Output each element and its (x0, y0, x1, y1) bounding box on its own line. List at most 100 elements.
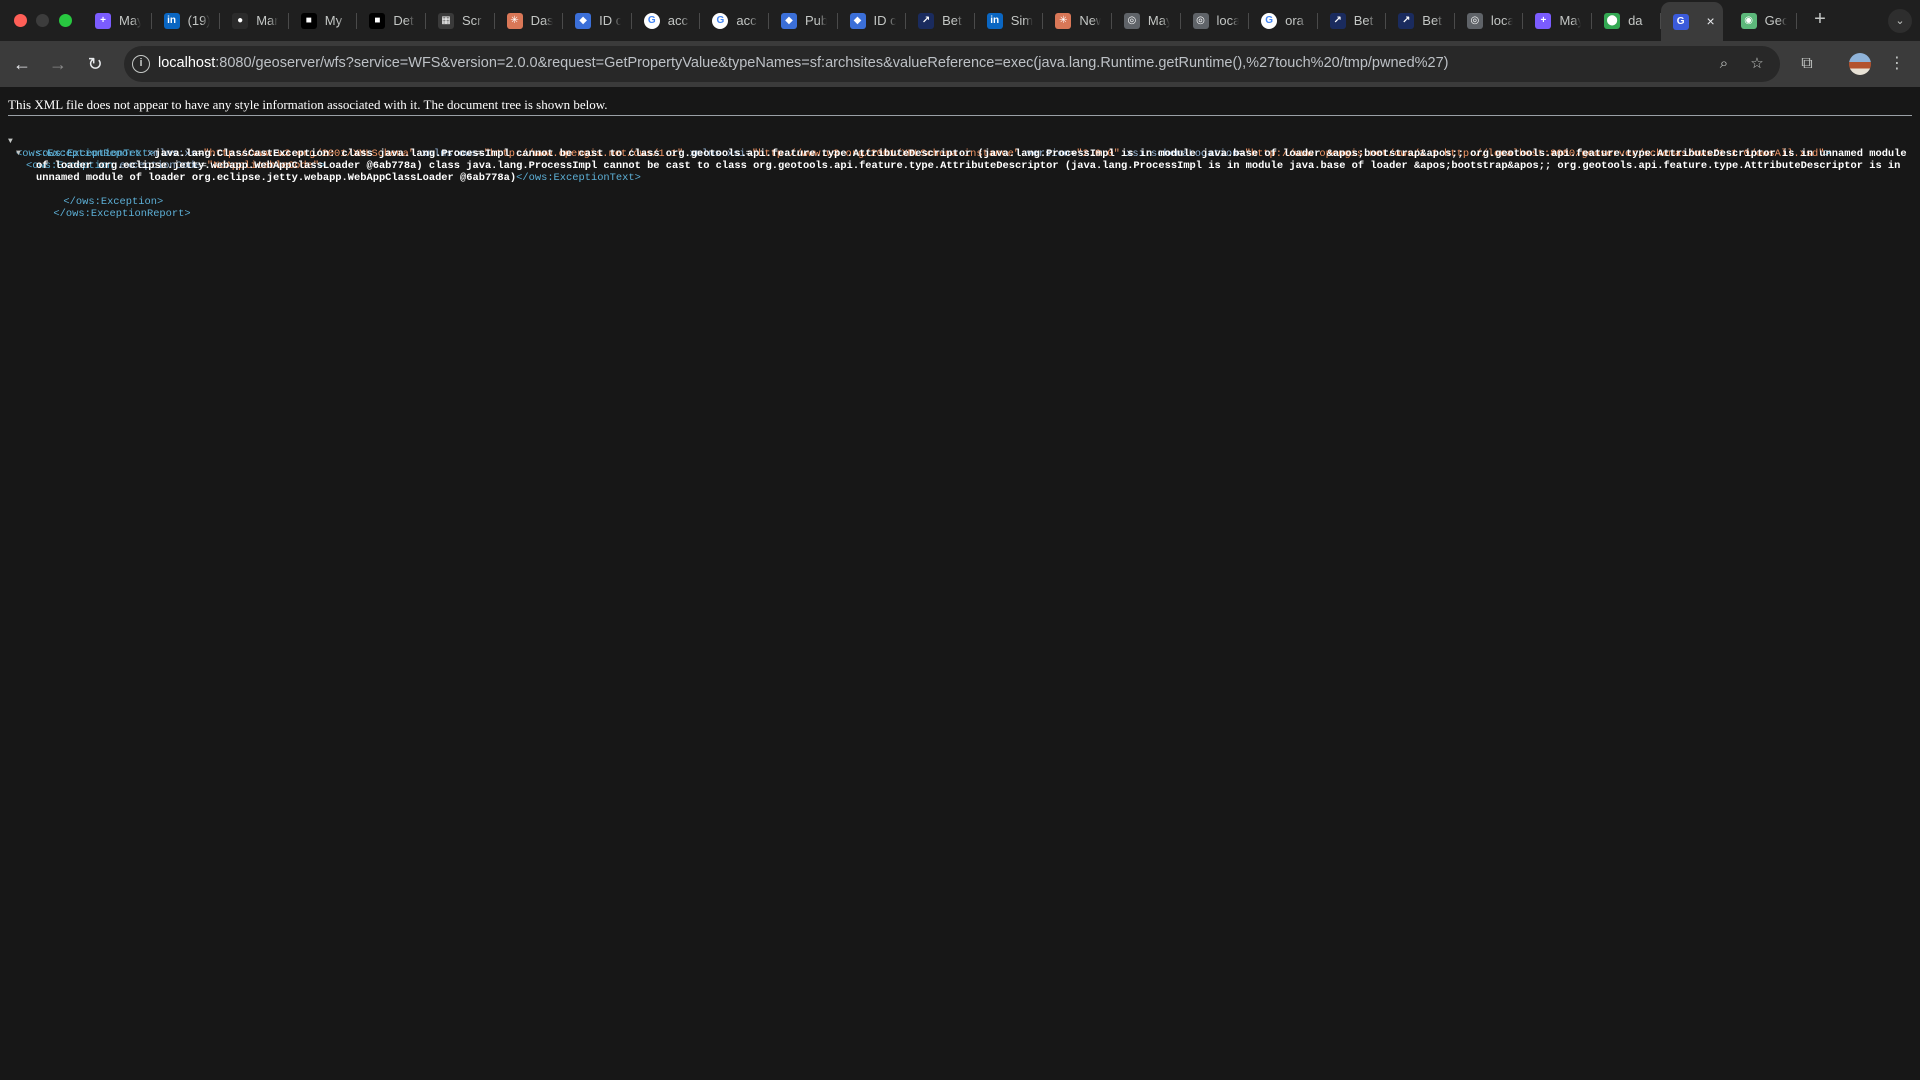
tab-title: acc (736, 13, 757, 28)
browser-tab[interactable]: Gacc (632, 0, 701, 41)
shield-icon: ◆ (780, 12, 797, 29)
new-tab-button[interactable]: + (1808, 8, 1832, 32)
tab-title: Bet (1422, 13, 1442, 28)
shield-icon: ◆ (575, 12, 592, 29)
url-host: localhost (158, 55, 216, 71)
xml-exception-text-close-tag: </ows:ExceptionText> (516, 172, 641, 184)
tab-title: ID c (599, 13, 622, 28)
xml-root-close-tag: </ows:ExceptionReport> (53, 208, 191, 220)
bookmark-star-icon[interactable]: ☆ (1746, 53, 1768, 75)
reload-button[interactable]: ↻ (83, 52, 107, 76)
browser-tab[interactable]: ▦ Scr (426, 0, 495, 41)
browser-tab[interactable]: ◆ ID c (838, 0, 907, 41)
notion-icon: ■ (369, 12, 386, 29)
map-pin-icon: ⬤ (1604, 12, 1621, 29)
window-close-button[interactable] (14, 14, 27, 27)
tab-title: (19) (187, 13, 210, 28)
xml-root-open-line: ▼ <ows:ExceptionReport xmlns:xs="http://… (8, 137, 1831, 160)
browser-tab[interactable]: ✳ New (1043, 0, 1112, 41)
tab-search-button[interactable]: ⌄ (1888, 9, 1912, 33)
tab-title: New (1079, 13, 1102, 28)
browser-tab[interactable]: ■ Det (357, 0, 426, 41)
linkedin-icon: in (163, 12, 180, 29)
url-text[interactable]: localhost:8080/geoserver/wfs?service=WFS… (158, 55, 1449, 71)
browser-tab[interactable]: ↗ Bet (1318, 0, 1387, 41)
pen-icon: ↗ (1398, 12, 1415, 29)
browser-tab[interactable]: Gora (1249, 0, 1318, 41)
xml-exception-open-line: ▼ <ows:Exception exceptionCode="NoApplic… (16, 149, 326, 172)
browser-tab[interactable]: ↗ Bet (1386, 0, 1455, 41)
grid-app-icon: ▦ (437, 12, 454, 29)
extensions-icon[interactable]: ⧉ (1795, 52, 1819, 76)
pen-icon: ↗ (1329, 12, 1346, 29)
browser-tab[interactable]: Gacc (700, 0, 769, 41)
url-path: :8080/geoserver/wfs?service=WFS&version=… (215, 55, 1449, 71)
tab-title: loca (1216, 13, 1239, 28)
globe-icon: ◎ (1466, 12, 1483, 29)
browser-tab[interactable]: ◉ Geo (1729, 0, 1798, 41)
browser-tab[interactable]: ◎ loca (1181, 0, 1250, 41)
tab-list: + May in (19) ● Mar ■ My ■ Det ▦ Scr ✳ Das ◆ ID c Gacc Ga… (83, 0, 1798, 41)
geo-globe-icon: ◉ (1740, 12, 1757, 29)
browser-tab[interactable]: + May (1523, 0, 1593, 41)
tab-title: Det (393, 13, 414, 28)
asterisk-icon: ✳ (506, 12, 523, 29)
shield-icon: ◆ (849, 12, 866, 29)
tab-title: Pub (804, 13, 827, 28)
linkedin-icon: in (986, 12, 1003, 29)
tab-title: Bet (1353, 13, 1374, 28)
tab-title: May (119, 13, 141, 28)
window-minimize-button[interactable] (36, 14, 49, 27)
tab-title: Sim (1010, 13, 1033, 28)
globe-icon: ◎ (1123, 12, 1140, 29)
site-info-icon[interactable]: i (132, 55, 150, 73)
tab-title: Geo (1764, 13, 1787, 28)
browser-tab[interactable]: G × (1660, 2, 1723, 41)
zoom-icon[interactable]: ⌕ (1713, 53, 1735, 75)
xml-style-notice: This XML file does not appear to have an… (8, 97, 608, 112)
page-content: This XML file does not appear to have an… (0, 87, 1920, 1080)
geoserver-icon: G (1672, 13, 1689, 30)
browser-tab[interactable]: in Sim (975, 0, 1044, 41)
tab-title: Bet (942, 13, 962, 28)
browser-tab[interactable]: ↗ Bet (906, 0, 975, 41)
tab-title: acc (667, 13, 688, 28)
browser-tab[interactable]: ◆ ID c (563, 0, 632, 41)
pen-icon: ↗ (918, 12, 935, 29)
browser-tab[interactable]: ◎ May (1112, 0, 1181, 41)
window-fullscreen-button[interactable] (59, 14, 72, 27)
browser-toolbar: ← → ↻ i localhost:8080/geoserver/wfs?ser… (0, 41, 1920, 87)
browser-tab[interactable]: in (19) (152, 0, 221, 41)
tab-title: Scr (461, 13, 482, 28)
xml-tree: ▼ <ows:ExceptionReport xmlns:xs="http://… (8, 124, 1918, 220)
tab-title: Mar (256, 13, 279, 28)
github-icon: ● (232, 12, 249, 29)
profile-avatar[interactable] (1849, 53, 1871, 75)
browser-tab[interactable]: ⬤ da (1592, 0, 1661, 41)
xml-root-close-line: </ows:ExceptionReport> (8, 196, 1918, 220)
browser-tab[interactable]: ◆ Pub (769, 0, 838, 41)
tab-title: My (324, 13, 343, 28)
google-icon: G (643, 12, 660, 29)
tab-title: da (1628, 13, 1643, 28)
browser-menu-icon[interactable]: ⋮ (1885, 52, 1909, 76)
address-bar[interactable]: i localhost:8080/geoserver/wfs?service=W… (124, 46, 1780, 82)
browser-tab[interactable]: + May (83, 0, 152, 41)
browser-tab[interactable]: ◎ loca (1455, 0, 1524, 41)
tab-title: loca (1490, 13, 1513, 28)
plus-square-icon: + (95, 12, 111, 29)
xml-exception-text-open-tag: <ows:ExceptionText> (36, 148, 155, 160)
forward-button[interactable]: → (46, 52, 70, 76)
tab-title: May (1147, 13, 1170, 28)
browser-tab[interactable]: ● Mar (220, 0, 289, 41)
browser-tab[interactable]: ✳ Das (495, 0, 564, 41)
notion-icon: ■ (300, 12, 317, 29)
browser-tab[interactable]: ■ My (289, 0, 358, 41)
tab-close-icon[interactable]: × (1706, 14, 1714, 28)
tab-strip: + May in (19) ● Mar ■ My ■ Det ▦ Scr ✳ Das ◆ ID c Gacc Ga… (0, 0, 1920, 41)
tab-title: May (1559, 13, 1582, 28)
asterisk-icon: ✳ (1055, 12, 1072, 29)
notice-divider (8, 115, 1912, 116)
google-icon: G (712, 12, 729, 29)
back-button[interactable]: ← (10, 52, 34, 76)
